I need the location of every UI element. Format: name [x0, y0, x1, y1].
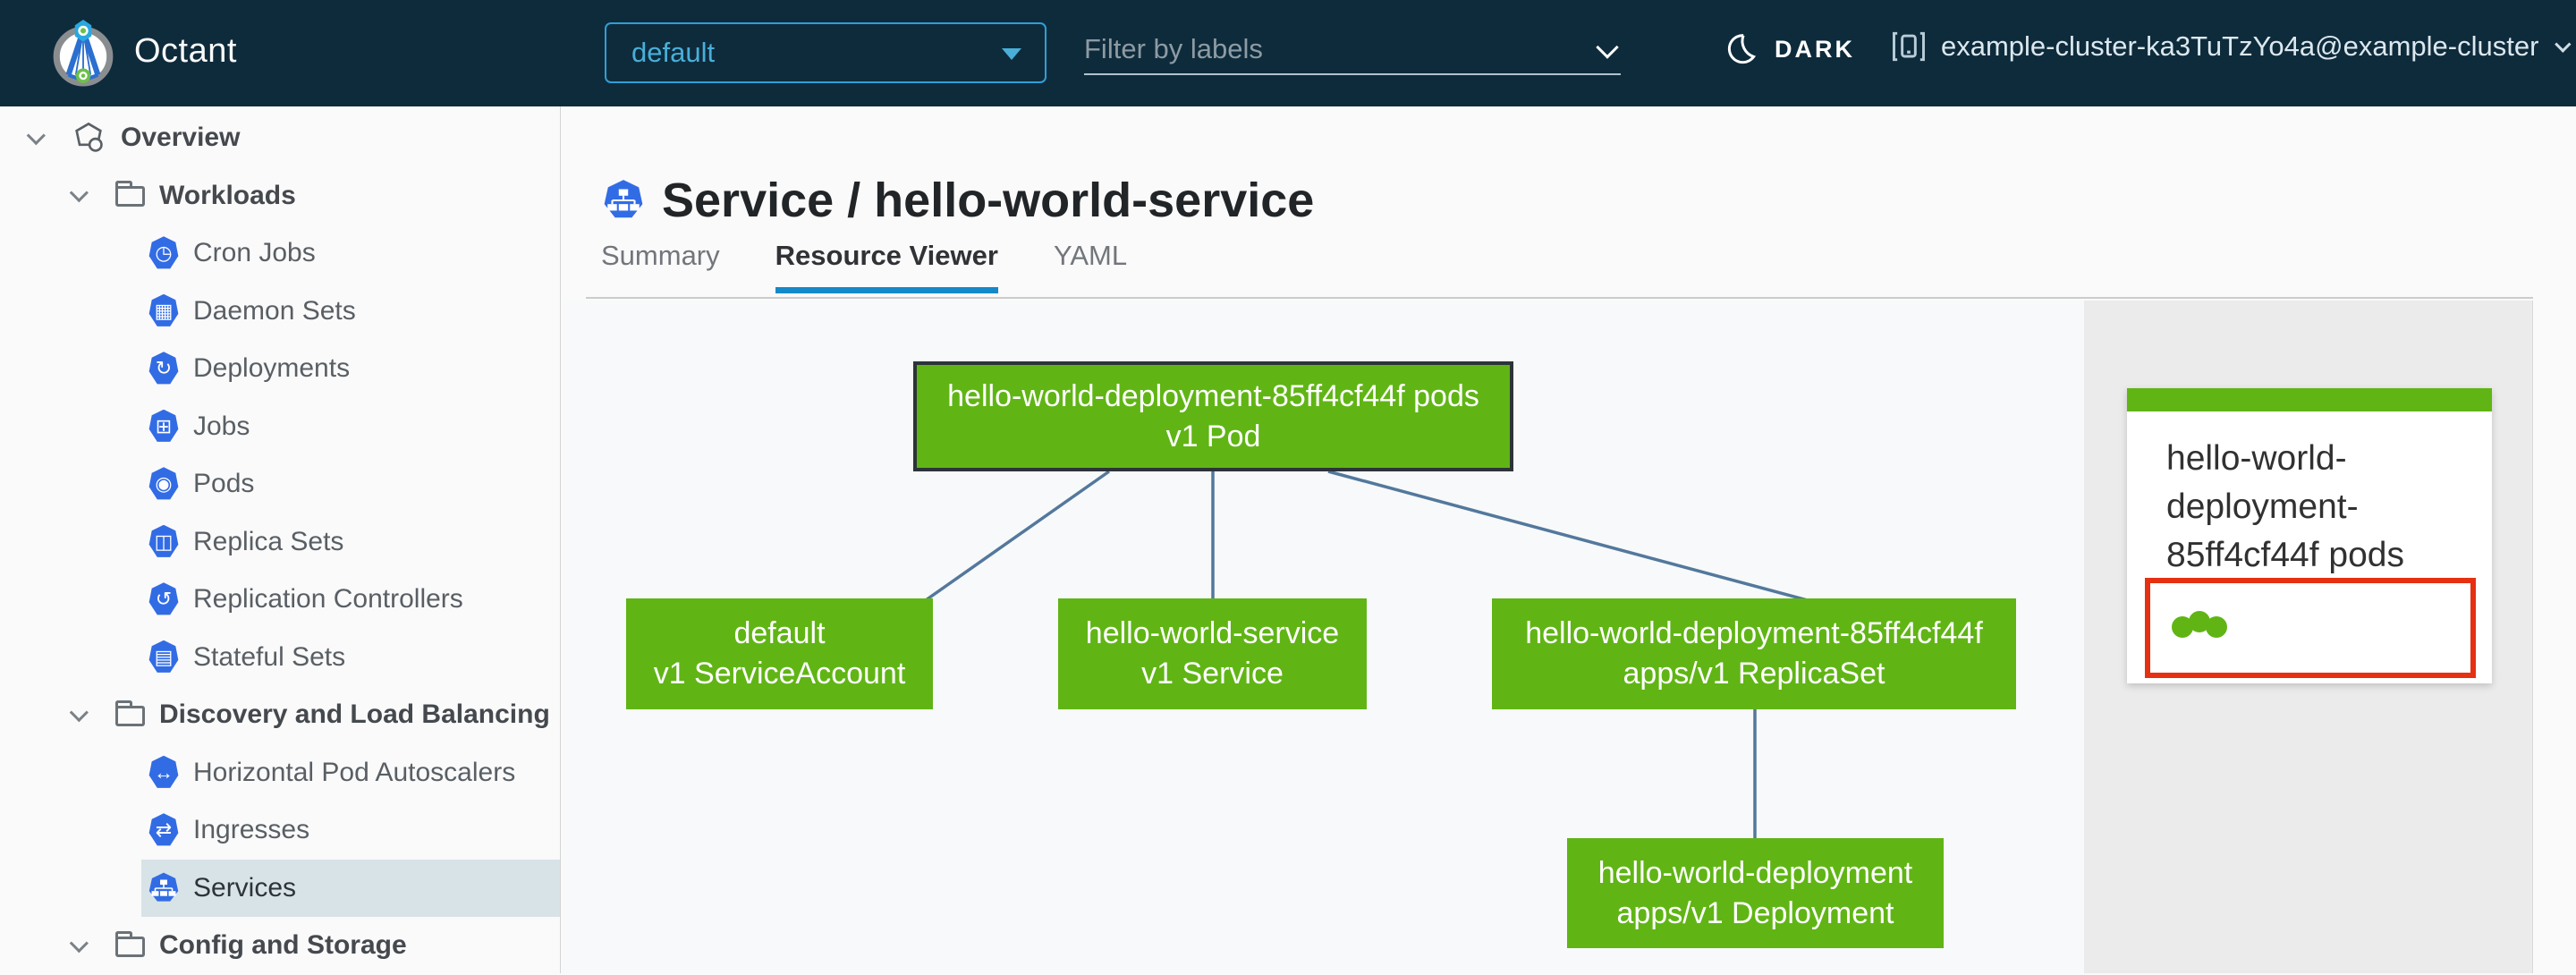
node-kind: apps/v1 Deployment: [1616, 895, 1894, 930]
chevron-down-icon[interactable]: [69, 933, 89, 954]
k8s-service-badge-icon: [604, 180, 643, 218]
node-kind: v1 Pod: [1165, 419, 1261, 454]
caret-down-icon: [1002, 48, 1021, 60]
sidebar-item-services[interactable]: Services: [141, 859, 560, 917]
sidebar-item-cron-jobs[interactable]: ◷ Cron Jobs: [0, 225, 560, 283]
k8s-cronjob-badge-icon: ◷: [148, 236, 179, 269]
k8s-deployment-badge-icon: ↻: [148, 352, 179, 385]
sidebar-item-discovery-and-load-balancing[interactable]: Discovery and Load Balancing: [0, 686, 560, 744]
card-title: hello-world-deployment-85ff4cf44f pods: [2166, 439, 2404, 574]
sidebar-item-label: Overview: [121, 123, 241, 153]
cluster-name: example-cluster-ka3TuTzYo4a@example-clus…: [1941, 30, 2539, 62]
page-title: Service / hello-world-service: [662, 174, 1315, 227]
sidebar-item-replica-sets[interactable]: ◫ Replica Sets: [0, 513, 560, 572]
sidebar-item-label: Pods: [193, 469, 255, 499]
sidebar-item-horizontal-pod-autoscalers[interactable]: ↔ Horizontal Pod Autoscalers: [0, 744, 560, 802]
k8s-pod-badge-icon: ◉: [148, 467, 179, 500]
sidebar-item-config-and-storage[interactable]: Config and Storage: [0, 917, 560, 975]
cluster-icon: [1893, 31, 1925, 62]
tab-divider: [586, 297, 2533, 299]
k8s-hpa-badge-icon: ↔: [148, 755, 179, 788]
sidebar-item-label: Replica Sets: [193, 526, 344, 556]
sidebar-item-overview[interactable]: Overview: [0, 109, 560, 167]
chevron-down-icon[interactable]: [69, 702, 89, 723]
k8s-job-badge-icon: ⊞: [148, 409, 179, 442]
pod-status-dots: [2172, 611, 2227, 638]
sidebar-item-pods[interactable]: ◉ Pods: [0, 455, 560, 513]
node-kind: v1 Service: [1141, 657, 1284, 691]
namespace-select-value: default: [631, 37, 716, 68]
tab-bar: Summary Resource Viewer YAML: [561, 240, 1127, 293]
sidebar-item-ingresses[interactable]: ⇄ Ingresses: [0, 801, 560, 860]
app-header: Octant default DARK example-cluster-ka3T…: [0, 0, 2576, 106]
sidebar-item-stateful-sets[interactable]: ▤ Stateful Sets: [0, 629, 560, 687]
sidebar-item-label: Stateful Sets: [193, 641, 346, 672]
moon-icon: [1727, 34, 1757, 64]
node-name: hello-world-deployment-85ff4cf44f pods: [947, 378, 1479, 413]
graph-node-pod[interactable]: hello-world-deployment-85ff4cf44f pods v…: [913, 361, 1513, 471]
node-name: hello-world-deployment: [1597, 855, 1913, 890]
pod-status-dot: [2206, 616, 2227, 638]
sidebar-item-replication-controllers[interactable]: ↺ Replication Controllers: [0, 571, 560, 629]
sidebar-item-label: Ingresses: [193, 815, 310, 845]
applications-icon: [75, 123, 103, 153]
tab-resource-viewer[interactable]: Resource Viewer: [775, 240, 998, 293]
label-filter-input[interactable]: [1084, 25, 1621, 75]
k8s-replicaset-badge-icon: ◫: [148, 524, 179, 557]
resource-viewer-graph: hello-world-deployment-85ff4cf44f pods v…: [561, 301, 2084, 973]
chevron-down-icon[interactable]: [26, 125, 46, 146]
dark-theme-label: DARK: [1775, 35, 1855, 63]
sidebar-nav: Overview Workloads ◷ Cron Jobs ▦ Daemon …: [0, 106, 561, 973]
folder-icon: [115, 699, 145, 726]
label-filter: [1084, 25, 1621, 84]
chevron-down-icon: [2555, 35, 2572, 53]
octant-logo-icon: [53, 20, 114, 87]
tab-summary[interactable]: Summary: [601, 240, 720, 293]
sidebar-item-label: Jobs: [193, 411, 250, 441]
sidebar-item-label: Daemon Sets: [193, 295, 356, 326]
k8s-ingress-badge-icon: ⇄: [148, 813, 179, 846]
k8s-daemonset-badge-icon: ▦: [148, 293, 179, 326]
graph-node-service[interactable]: hello-world-service v1 Service: [1058, 598, 1367, 709]
sidebar-item-label: Cron Jobs: [193, 238, 316, 268]
sidebar-item-label: Workloads: [159, 180, 296, 210]
k8s-replicationcontroller-badge-icon: ↺: [148, 582, 179, 615]
card-accent-bar: [2127, 388, 2492, 411]
sidebar-item-daemon-sets[interactable]: ▦ Daemon Sets: [0, 283, 560, 341]
app-title: Octant: [134, 32, 237, 70]
sidebar-item-label: Discovery and Load Balancing: [159, 699, 550, 730]
dark-theme-toggle[interactable]: DARK: [1723, 30, 1855, 68]
sidebar-item-label: Deployments: [193, 353, 351, 384]
node-name: hello-world-service: [1085, 616, 1340, 650]
tab-yaml[interactable]: YAML: [1054, 240, 1127, 293]
folder-icon: [115, 930, 145, 957]
sidebar-item-label: Horizontal Pod Autoscalers: [193, 757, 516, 787]
folder-icon: [115, 181, 145, 208]
node-kind: apps/v1 ReplicaSet: [1623, 657, 1885, 691]
node-name: hello-world-deployment-85ff4cf44f: [1525, 616, 1983, 650]
graph-node-replicaset[interactable]: hello-world-deployment-85ff4cf44f apps/v…: [1492, 598, 2016, 709]
sidebar-item-workloads[interactable]: Workloads: [0, 167, 560, 225]
node-kind: v1 ServiceAccount: [653, 657, 906, 691]
cluster-switcher[interactable]: example-cluster-ka3TuTzYo4a@example-clus…: [1889, 27, 2572, 66]
sidebar-item-label: Config and Storage: [159, 930, 407, 961]
sidebar-item-deployments[interactable]: ↻ Deployments: [0, 340, 560, 398]
k8s-statefulset-badge-icon: ▤: [148, 640, 179, 673]
sidebar-item-jobs[interactable]: ⊞ Jobs: [0, 398, 560, 456]
sidebar-item-label: Replication Controllers: [193, 584, 463, 615]
graph-node-deployment[interactable]: hello-world-deployment apps/v1 Deploymen…: [1567, 838, 1944, 948]
graph-node-serviceaccount[interactable]: default v1 ServiceAccount: [626, 598, 933, 709]
detail-panel: hello-world-deployment-85ff4cf44f pods: [2084, 301, 2533, 973]
pod-status-card[interactable]: hello-world-deployment-85ff4cf44f pods: [2127, 388, 2492, 683]
node-name: default: [733, 616, 826, 650]
sidebar-item-label: Services: [193, 872, 297, 903]
chevron-down-icon[interactable]: [69, 183, 89, 203]
pod-status-highlight-box[interactable]: [2145, 578, 2476, 678]
namespace-select[interactable]: default: [605, 22, 1046, 83]
k8s-service-badge-icon: [148, 872, 179, 902]
